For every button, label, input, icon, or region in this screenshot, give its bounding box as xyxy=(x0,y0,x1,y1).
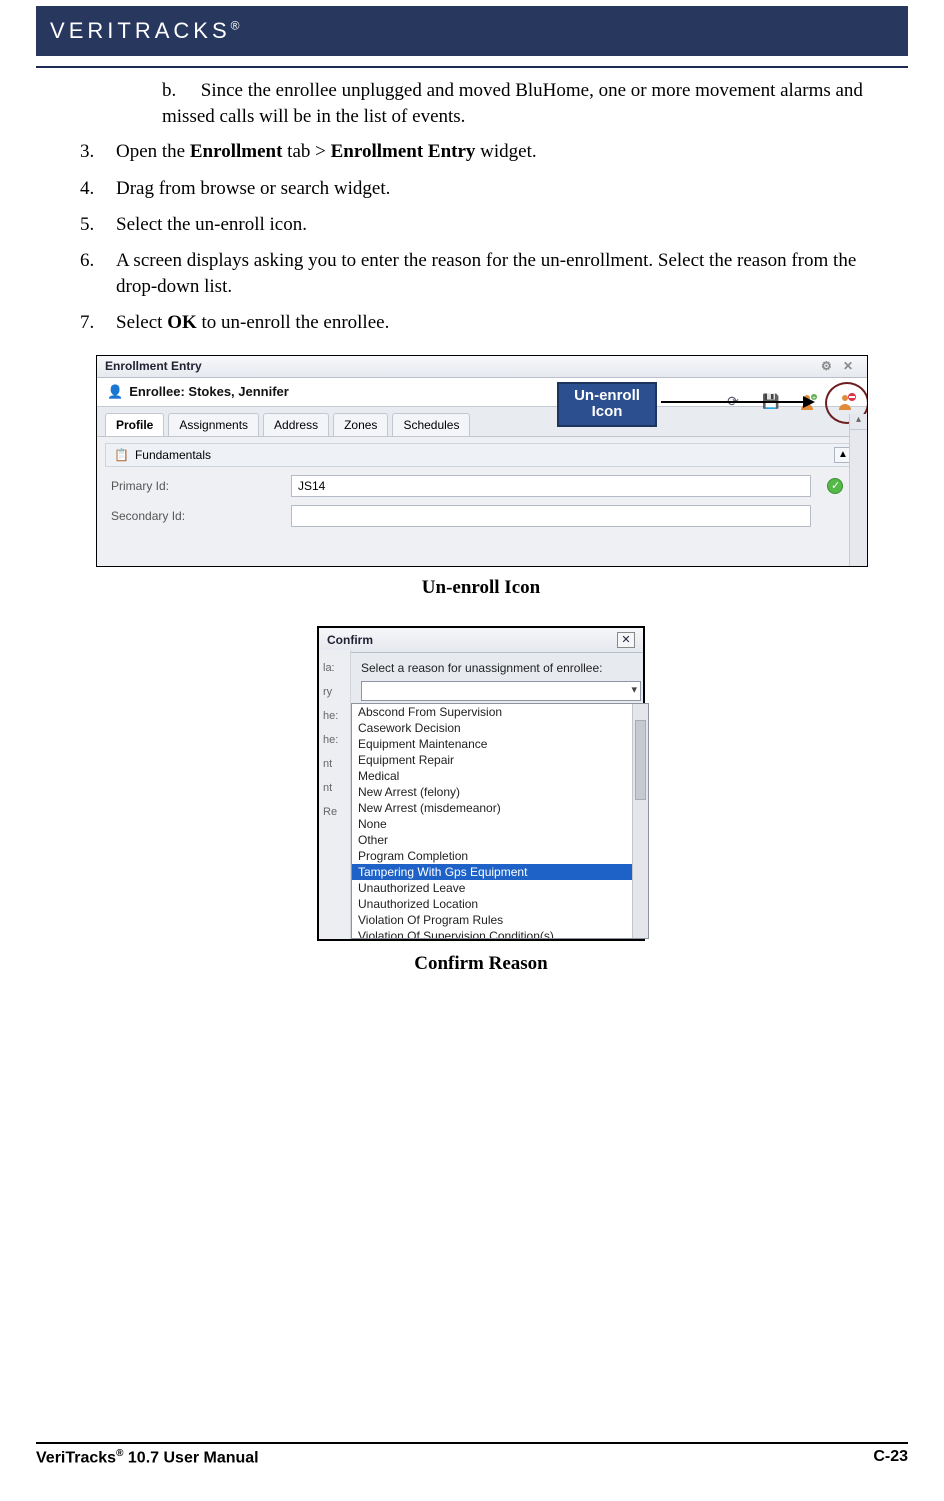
reason-option[interactable]: Program Completion xyxy=(352,848,648,864)
section-label: Fundamentals xyxy=(135,448,211,462)
footer-left: VeriTracks® 10.7 User Manual xyxy=(36,1448,259,1467)
substep-b: b. Since the enrollee unplugged and move… xyxy=(162,78,896,129)
listbox-scrollbar[interactable] xyxy=(632,704,648,938)
tab-profile[interactable]: Profile xyxy=(105,413,164,436)
footer-rule xyxy=(36,1442,908,1444)
window-titlebar: Enrollment Entry ⚙ ✕ xyxy=(97,356,867,378)
brand-logo: VERITRACKS® xyxy=(50,18,239,44)
dialog-titlebar: Confirm ✕ xyxy=(319,628,643,653)
reason-option[interactable]: Violation Of Supervision Condition(s) xyxy=(352,928,648,939)
figure-confirm-dialog: Confirm ✕ la: ry he: he: nt nt Re Select… xyxy=(317,626,645,941)
reason-dropdown[interactable] xyxy=(361,681,641,701)
background-rail: la: ry he: he: nt nt Re xyxy=(319,650,351,939)
figure1-caption: Un-enroll Icon xyxy=(66,575,896,601)
dialog-title: Confirm xyxy=(327,633,373,647)
step-7: 7. Select OK to un-enroll the enrollee. xyxy=(80,310,896,336)
figure2-caption: Confirm Reason xyxy=(66,951,896,977)
tab-assignments[interactable]: Assignments xyxy=(168,413,259,436)
callout-label: Un-enroll Icon xyxy=(557,382,657,427)
dialog-prompt: Select a reason for unassignment of enro… xyxy=(361,661,633,675)
vertical-scrollbar[interactable]: ▴ xyxy=(849,414,867,566)
dialog-close-icon[interactable]: ✕ xyxy=(617,632,635,648)
section-fundamentals[interactable]: 📋 Fundamentals ▲ xyxy=(105,443,859,467)
window-gear-icon[interactable]: ⚙ xyxy=(821,359,837,373)
step-4: 4.Drag from browse or search widget. xyxy=(80,176,896,202)
step-5: 5.Select the un-enroll icon. xyxy=(80,212,896,238)
reason-listbox[interactable]: Abscond From SupervisionCasework Decisio… xyxy=(351,703,649,939)
reason-option[interactable]: Tampering With Gps Equipment xyxy=(352,864,648,880)
panel-title-text: Enrollee: Stokes, Jennifer xyxy=(129,384,289,399)
tab-address[interactable]: Address xyxy=(263,413,329,436)
reason-option[interactable]: Medical xyxy=(352,768,648,784)
reason-option[interactable]: None xyxy=(352,816,648,832)
header-rule xyxy=(36,66,908,68)
window-title: Enrollment Entry xyxy=(105,359,202,373)
figure-enrollment-entry: Enrollment Entry ⚙ ✕ 👤 Enrollee: Stokes,… xyxy=(96,355,868,567)
primary-id-input[interactable] xyxy=(291,475,811,497)
callout-arrow xyxy=(661,401,813,403)
reason-option[interactable]: Equipment Repair xyxy=(352,752,648,768)
substep-b-label: b. xyxy=(162,78,196,104)
footer-page-number: C-23 xyxy=(873,1448,908,1467)
reason-option[interactable]: Violation Of Program Rules xyxy=(352,912,648,928)
reason-option[interactable]: Unauthorized Leave xyxy=(352,880,648,896)
brand-reg: ® xyxy=(231,19,240,33)
reason-option[interactable]: Unauthorized Location xyxy=(352,896,648,912)
body-content: b. Since the enrollee unplugged and move… xyxy=(36,78,908,977)
window-title-icons: ⚙ ✕ xyxy=(821,359,859,373)
scroll-up-icon[interactable]: ▴ xyxy=(850,414,867,430)
reason-option[interactable]: Other xyxy=(352,832,648,848)
secondary-id-label: Secondary Id: xyxy=(111,509,281,523)
primary-id-label: Primary Id: xyxy=(111,479,281,493)
person-icon: 👤 xyxy=(107,384,123,400)
reason-option[interactable]: Equipment Maintenance xyxy=(352,736,648,752)
step-list: 3. Open the Enrollment tab > Enrollment … xyxy=(80,139,896,336)
page-footer: VeriTracks® 10.7 User Manual C-23 xyxy=(36,1442,908,1467)
secondary-id-input[interactable] xyxy=(291,505,811,527)
tab-schedules[interactable]: Schedules xyxy=(392,413,470,436)
fundamentals-icon: 📋 xyxy=(114,448,129,462)
reason-option[interactable]: Abscond From Supervision xyxy=(352,704,648,720)
step-6: 6.A screen displays asking you to enter … xyxy=(80,248,896,300)
window-close-icon[interactable]: ✕ xyxy=(843,359,859,373)
scrollbar-thumb[interactable] xyxy=(635,720,646,800)
reason-option[interactable]: New Arrest (misdemeanor) xyxy=(352,800,648,816)
field-primary-id: Primary Id: xyxy=(97,473,867,503)
reason-option[interactable]: New Arrest (felony) xyxy=(352,784,648,800)
step-3: 3. Open the Enrollment tab > Enrollment … xyxy=(80,139,896,165)
brand-text: VERITRACKS xyxy=(50,18,231,43)
substep-b-text: Since the enrollee unplugged and moved B… xyxy=(162,80,863,127)
valid-check-icon xyxy=(827,478,843,494)
header-bar: VERITRACKS® xyxy=(36,6,908,56)
tab-zones[interactable]: Zones xyxy=(333,413,388,436)
field-secondary-id: Secondary Id: xyxy=(97,503,867,533)
reason-option[interactable]: Casework Decision xyxy=(352,720,648,736)
